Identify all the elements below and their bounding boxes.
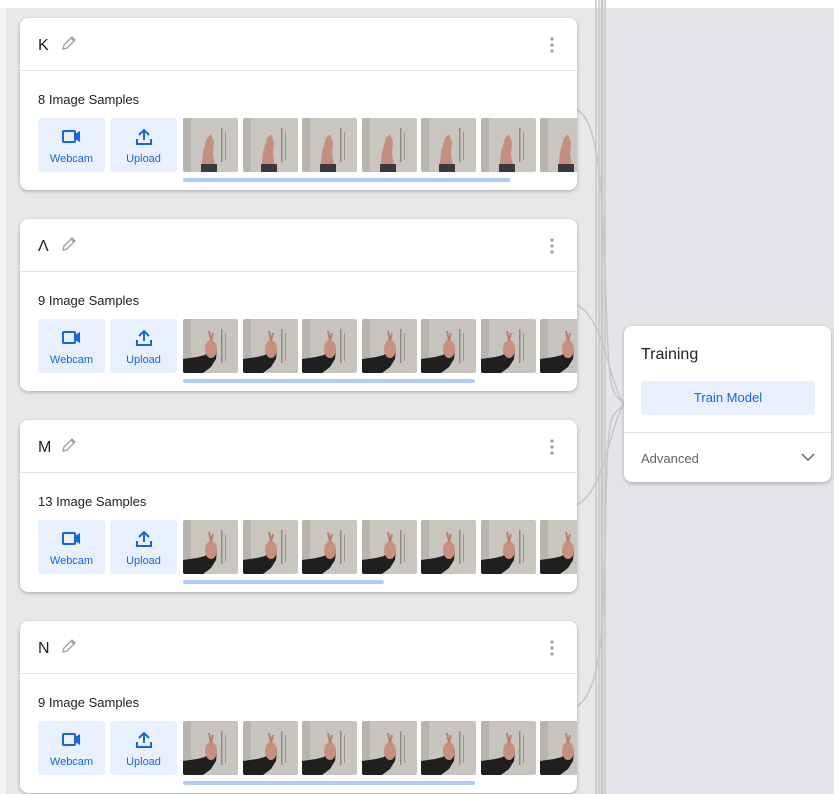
videocam-icon (62, 130, 80, 143)
sample-thumbnail[interactable] (540, 319, 577, 373)
sample-thumbnail[interactable] (242, 721, 298, 775)
class-name[interactable]: N (38, 640, 50, 658)
sample-thumbnail[interactable] (421, 721, 476, 775)
upload-icon (136, 128, 152, 145)
sample-thumbnail[interactable] (480, 721, 536, 775)
sample-thumbnail[interactable] (480, 520, 536, 574)
training-card: Training Train Model Advanced (624, 326, 831, 482)
pencil-icon[interactable] (60, 436, 78, 454)
more-vert-icon[interactable] (549, 438, 555, 456)
thumbnail-scrollbar[interactable] (183, 580, 384, 584)
class-card: N 9 Image Samples Webcam Upload (20, 621, 577, 793)
sample-thumbnail[interactable] (361, 520, 417, 574)
more-vert-icon[interactable] (549, 36, 555, 54)
sample-thumbnail[interactable] (302, 319, 357, 373)
pencil-icon[interactable] (60, 637, 78, 655)
pencil-icon[interactable] (60, 34, 78, 52)
sample-thumbnail[interactable] (302, 721, 357, 775)
sample-thumbnail[interactable] (540, 721, 577, 775)
upload-label: Upload (126, 354, 161, 366)
samples-count-label: 9 Image Samples (38, 695, 140, 710)
webcam-button[interactable]: Webcam (38, 520, 105, 574)
videocam-icon (62, 532, 80, 545)
training-title: Training (641, 346, 699, 363)
upload-button[interactable]: Upload (110, 520, 177, 574)
sample-thumbnail[interactable] (242, 319, 298, 373)
divider (624, 432, 831, 433)
upload-label: Upload (126, 555, 161, 567)
left-edge (0, 0, 6, 794)
webcam-label: Webcam (49, 756, 94, 768)
webcam-button[interactable]: Webcam (38, 721, 105, 775)
samples-count-label: 8 Image Samples (38, 92, 140, 107)
sample-thumbnail[interactable] (361, 118, 417, 172)
card-header: M (20, 420, 577, 473)
upload-button[interactable]: Upload (110, 319, 177, 373)
webcam-label: Webcam (49, 153, 94, 165)
sample-thumbnail[interactable] (540, 118, 577, 172)
upload-button[interactable]: Upload (110, 721, 177, 775)
train-model-button[interactable]: Train Model (641, 381, 815, 415)
thumbnail-scrollbar[interactable] (183, 379, 475, 383)
card-header: K (20, 18, 577, 71)
class-name[interactable]: K (38, 37, 49, 55)
upload-label: Upload (126, 756, 161, 768)
sample-thumbnail[interactable] (183, 721, 238, 775)
sample-thumbnail[interactable] (183, 520, 238, 574)
sample-thumbnail[interactable] (421, 319, 476, 373)
upload-icon (136, 731, 152, 748)
sample-thumbnail[interactable] (480, 319, 536, 373)
pencil-icon[interactable] (60, 235, 78, 253)
class-card: K 8 Image Samples Webcam Upload (20, 18, 577, 190)
videocam-icon (62, 733, 80, 746)
sample-thumbnail[interactable] (421, 118, 476, 172)
webcam-button[interactable]: Webcam (38, 319, 105, 373)
sample-thumbnail[interactable] (480, 118, 536, 172)
sample-thumbnail-strip[interactable] (183, 520, 577, 576)
top-strip (0, 0, 834, 8)
more-vert-icon[interactable] (549, 237, 555, 255)
class-name[interactable]: M (38, 439, 51, 457)
upload-button[interactable]: Upload (110, 118, 177, 172)
webcam-label: Webcam (49, 354, 94, 366)
sample-thumbnail-strip[interactable] (183, 721, 577, 777)
samples-count-label: 9 Image Samples (38, 293, 140, 308)
sample-thumbnail[interactable] (361, 721, 417, 775)
advanced-toggle-label[interactable]: Advanced (641, 451, 699, 466)
upload-label: Upload (126, 153, 161, 165)
sample-thumbnail[interactable] (540, 520, 577, 574)
sample-thumbnail[interactable] (302, 118, 357, 172)
thumbnail-scrollbar[interactable] (183, 781, 475, 785)
webcam-button[interactable]: Webcam (38, 118, 105, 172)
class-name[interactable]: Λ (38, 238, 49, 256)
class-card: Λ 9 Image Samples Webcam Upload (20, 219, 577, 391)
webcam-label: Webcam (49, 555, 94, 567)
card-header: N (20, 621, 577, 674)
more-vert-icon[interactable] (549, 639, 555, 657)
sample-thumbnail[interactable] (361, 319, 417, 373)
sample-thumbnail-strip[interactable] (183, 118, 577, 174)
sample-thumbnail[interactable] (242, 520, 298, 574)
class-card: M 13 Image Samples Webcam Upload (20, 420, 577, 592)
videocam-icon (62, 331, 80, 344)
sample-thumbnail[interactable] (242, 118, 298, 172)
sample-thumbnail-strip[interactable] (183, 319, 577, 375)
sample-thumbnail[interactable] (183, 118, 238, 172)
chevron-down-icon[interactable] (800, 451, 816, 463)
upload-icon (136, 530, 152, 547)
sample-thumbnail[interactable] (302, 520, 357, 574)
card-header: Λ (20, 219, 577, 272)
sample-thumbnail[interactable] (183, 319, 238, 373)
samples-count-label: 13 Image Samples (38, 494, 147, 509)
sample-thumbnail[interactable] (421, 520, 476, 574)
upload-icon (136, 329, 152, 346)
thumbnail-scrollbar[interactable] (183, 178, 510, 182)
